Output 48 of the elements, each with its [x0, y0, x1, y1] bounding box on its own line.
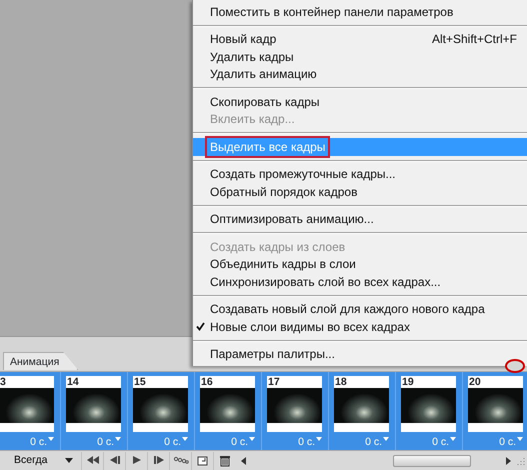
- frame-number: 18: [334, 376, 348, 388]
- photo-placeholder: [133, 388, 188, 424]
- menu-item[interactable]: Создавать новый слой для каждого нового кадра: [193, 300, 527, 318]
- caret-icon[interactable]: [517, 437, 523, 442]
- menu-item[interactable]: Удалить анимацию: [193, 66, 527, 83]
- caret-icon[interactable]: [48, 437, 54, 442]
- caret-icon[interactable]: [383, 437, 389, 442]
- frame-number: 15: [133, 376, 147, 388]
- menu-item[interactable]: Оптимизировать анимацию...: [193, 210, 527, 228]
- caret-icon[interactable]: [115, 437, 121, 442]
- photo-placeholder: [334, 388, 389, 424]
- caret-icon[interactable]: [249, 437, 255, 442]
- photo-placeholder: [200, 388, 255, 424]
- frame-number: 14: [66, 376, 80, 388]
- menu-item[interactable]: Новые слои видимы во всех кадрах: [193, 318, 527, 336]
- photo-placeholder: [468, 388, 523, 424]
- menu-item[interactable]: Скопировать кадры: [193, 93, 527, 110]
- scroll-left-icon[interactable]: [241, 456, 248, 464]
- menu-item[interactable]: Поместить в контейнер панели параметров: [193, 3, 527, 20]
- menu-item[interactable]: Обратный порядок кадров: [193, 183, 527, 200]
- resize-grip-icon[interactable]: [515, 456, 525, 466]
- menu-item[interactable]: Создать промежуточные кадры...: [193, 166, 527, 183]
- frame-number: 17: [267, 376, 281, 388]
- menu-item[interactable]: Синхронизировать слой во всех кадрах...: [193, 273, 527, 290]
- shortcut-text: Alt+Shift+Ctrl+F: [432, 31, 517, 48]
- menu-item[interactable]: Новый кадр Alt+Shift+Ctrl+F: [193, 30, 527, 48]
- panel-tab[interactable]: Анимация: [3, 352, 78, 370]
- caret-icon[interactable]: [450, 437, 456, 442]
- photo-placeholder: [0, 388, 54, 424]
- scroll-right-icon[interactable]: [505, 456, 511, 464]
- frame-number: 19: [401, 376, 415, 388]
- caret-icon[interactable]: [316, 437, 322, 442]
- caret-icon[interactable]: [182, 437, 188, 442]
- caret-icon: [65, 458, 74, 463]
- first-frame-icon: [84, 454, 101, 467]
- frame-cell[interactable]: 3 0 с.: [0, 372, 61, 451]
- photo-placeholder: [66, 388, 121, 424]
- frame-number: 3: [0, 376, 7, 388]
- frame-number: 16: [200, 376, 214, 388]
- menu-item[interactable]: Удалить кадры: [193, 48, 527, 66]
- frame-number: 20: [468, 376, 482, 388]
- menu-item[interactable]: Объединить кадры в слои: [193, 256, 527, 273]
- photo-placeholder: [267, 388, 322, 424]
- photo-placeholder: [401, 388, 456, 424]
- scrollbar-thumb[interactable]: [393, 454, 471, 466]
- menu-item[interactable]: Параметры палитры...: [193, 346, 527, 363]
- loop-dropdown[interactable]: Всегда: [0, 451, 82, 470]
- tween-button[interactable]: [169, 452, 192, 470]
